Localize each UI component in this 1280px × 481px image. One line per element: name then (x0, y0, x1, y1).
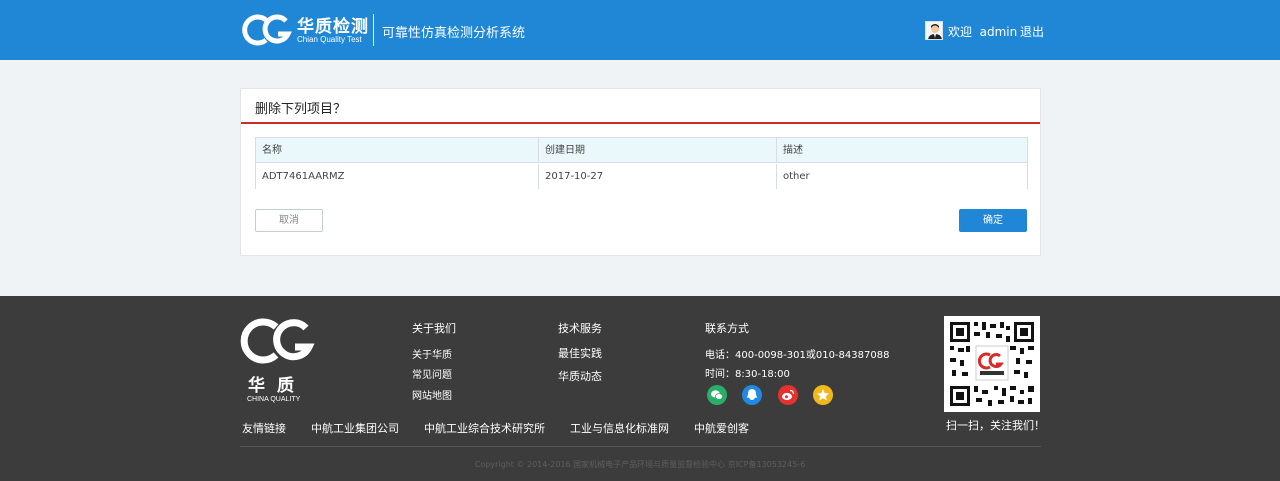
panel-title-underline (241, 122, 1040, 124)
cell-name: ADT7461AARMZ (262, 171, 345, 182)
brand-logo-icon[interactable] (240, 12, 296, 48)
qq-icon[interactable] (742, 385, 762, 405)
footer-brand-name: 华质 (248, 376, 306, 396)
header-divider (373, 14, 374, 46)
footer-contact-hours: 时间：8:30-18:00 (705, 369, 790, 380)
brand-name: 华质检测 (297, 17, 369, 37)
delete-confirm-panel: 删除下列项目？ 名称 创建日期 描述 ADT7461AARMZ 2017-10-… (240, 88, 1041, 256)
qr-code (944, 316, 1040, 412)
top-header: 华质检测 Chian Quality Test 可靠性仿真检测分析系统 欢迎 a… (0, 0, 1280, 60)
footer-link-faq[interactable]: 常见问题 (412, 366, 452, 381)
qr-caption: 扫一扫，关注我们！ (946, 419, 1045, 432)
footer-link-sitemap[interactable]: 网站地图 (412, 387, 452, 402)
footer-about-title: 关于我们 (412, 322, 456, 335)
friend-links-label: 友情链接 (242, 422, 286, 435)
footer-contact-title: 联系方式 (705, 322, 749, 335)
logout-link[interactable]: 退出 (1020, 23, 1044, 40)
weibo-icon[interactable] (778, 385, 798, 405)
footer-contact-phone: 电话：400-0098-301或010-84387088 (705, 350, 890, 361)
star-icon[interactable] (813, 385, 833, 405)
friend-link-maker[interactable]: 中航爱创客 (694, 420, 749, 436)
site-footer: 华质 CHINA QUALITY 关于我们 关于华质 常见问题 网站地图 技术服… (0, 296, 1280, 481)
friend-link-avic-institute[interactable]: 中航工业综合技术研究所 (424, 420, 545, 436)
brand-english-name: Chian Quality Test (297, 35, 362, 44)
panel-title: 删除下列项目？ (255, 102, 347, 117)
footer-logo-icon (240, 318, 315, 364)
footer-brand-english-name: CHINA QUALITY (247, 396, 301, 403)
system-title: 可靠性仿真检测分析系统 (382, 26, 526, 41)
friend-link-standards[interactable]: 工业与信息化标准网 (570, 420, 669, 436)
items-table: 名称 创建日期 描述 ADT7461AARMZ 2017-10-27 other (255, 137, 1028, 189)
cancel-button[interactable]: 取消 (255, 209, 323, 232)
confirm-button[interactable]: 确定 (959, 209, 1027, 232)
welcome-text: 欢迎 admin (948, 25, 1018, 39)
table-header-row: 名称 创建日期 描述 (256, 138, 1027, 163)
footer-divider (240, 446, 1041, 447)
footer-link-news[interactable]: 华质动态 (558, 368, 602, 384)
footer-services-title: 技术服务 (558, 322, 602, 335)
table-row: ADT7461AARMZ 2017-10-27 other (256, 164, 1027, 189)
wechat-icon[interactable] (707, 385, 727, 405)
column-header-created-date: 创建日期 (538, 138, 776, 163)
cell-description: other (776, 164, 1027, 189)
user-avatar-icon (926, 22, 942, 39)
footer-link-about[interactable]: 关于华质 (412, 346, 452, 361)
column-header-name: 名称 (262, 145, 282, 156)
qr-code-icon (948, 320, 1036, 408)
user-avatar[interactable] (925, 21, 943, 40)
friend-link-avic-group[interactable]: 中航工业集团公司 (311, 420, 399, 436)
column-header-description: 描述 (776, 138, 1027, 163)
footer-link-best-practice[interactable]: 最佳实践 (558, 345, 602, 361)
copyright-text: Copyright © 2014-2016 国家机械电子产品环境与质量监督检验中… (474, 460, 806, 469)
cell-created-date: 2017-10-27 (538, 164, 776, 189)
